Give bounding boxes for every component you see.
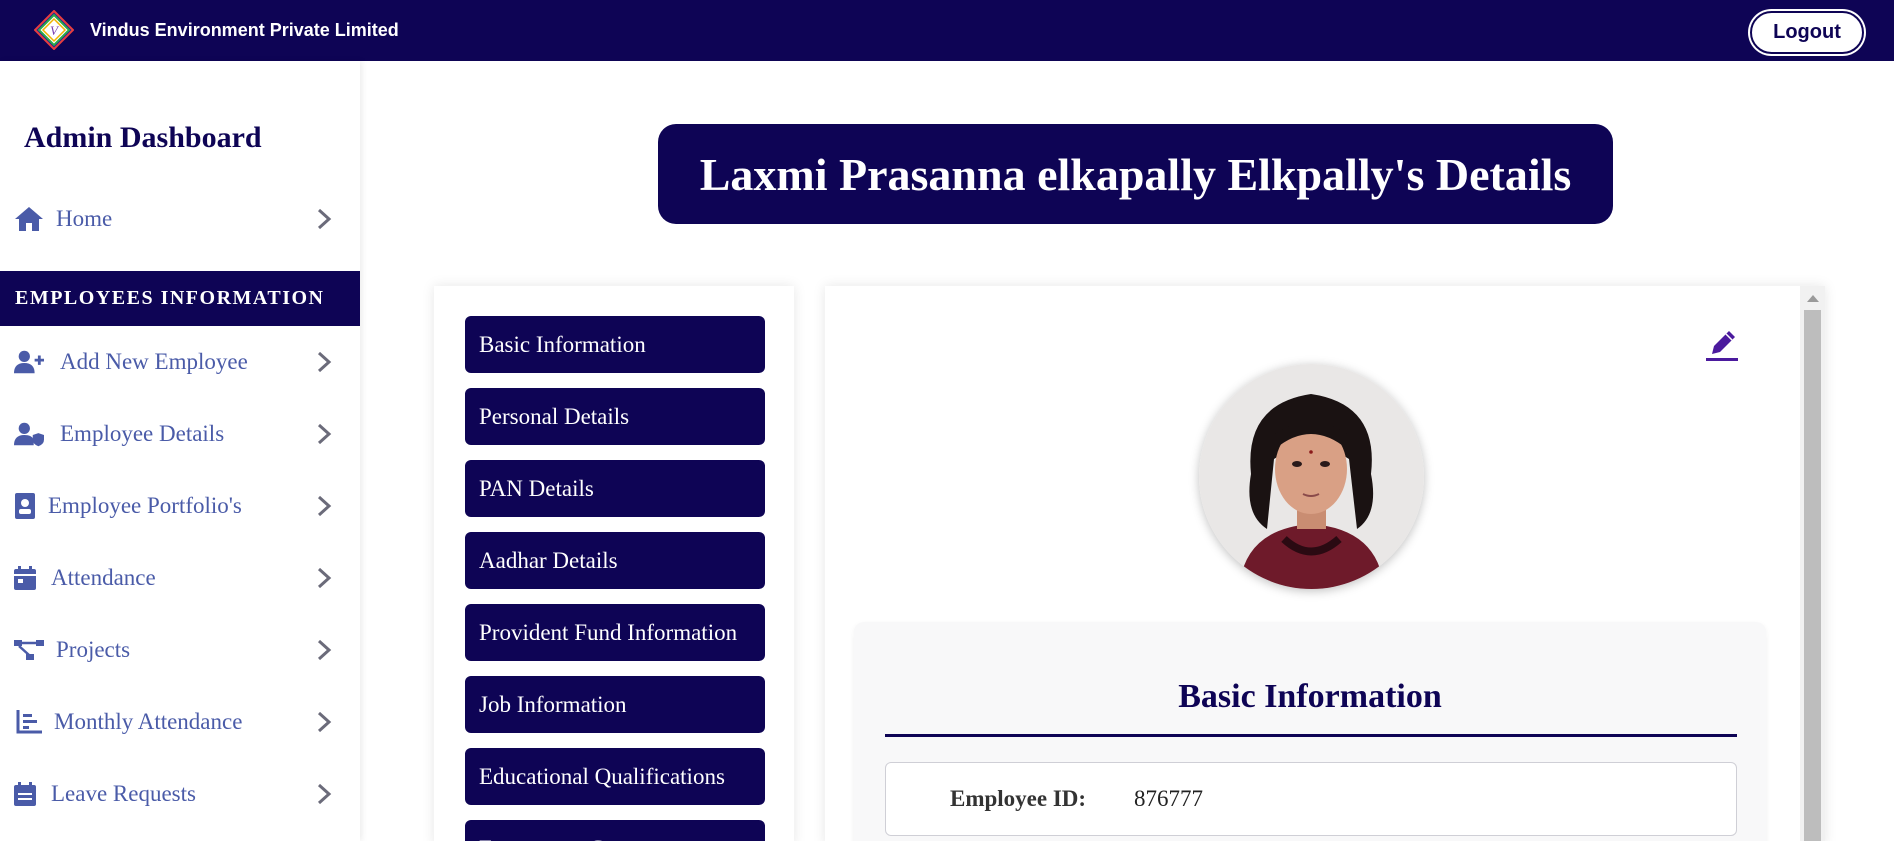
project-diagram-icon: [14, 635, 44, 665]
section-menu: Basic Information Personal Details PAN D…: [434, 286, 794, 841]
menu-pan-details-button[interactable]: PAN Details: [465, 460, 765, 517]
sidebar-title: Admin Dashboard: [24, 121, 262, 154]
user-shield-icon: [14, 419, 44, 449]
sidebar-item-label: Projects: [56, 637, 131, 662]
sidebar-item-employee-details[interactable]: Employee Details: [0, 409, 360, 459]
menu-educational-qualifications-button[interactable]: Educational Qualifications: [465, 748, 765, 805]
vertical-scrollbar[interactable]: [1800, 286, 1825, 841]
menu-provident-fund-button[interactable]: Provident Fund Information: [465, 604, 765, 661]
chevron-right-icon: [317, 208, 332, 230]
employee-id-row: Employee ID: 876777: [885, 762, 1737, 836]
menu-aadhar-details-button[interactable]: Aadhar Details: [465, 532, 765, 589]
logout-button[interactable]: Logout: [1750, 11, 1864, 54]
sidebar-item-add-new-employee[interactable]: Add New Employee: [0, 337, 360, 387]
sidebar: Admin Dashboard Home EMPLOYEES INFORMATI…: [0, 61, 360, 841]
chevron-right-icon: [317, 351, 332, 373]
section-divider: [885, 734, 1737, 737]
menu-job-information-button[interactable]: Job Information: [465, 676, 765, 733]
sidebar-item-label: Employee Details: [60, 421, 225, 446]
employee-photo: [1199, 364, 1424, 589]
calendar-icon: [10, 563, 40, 593]
sidebar-item-label: Employee Portfolio's: [48, 493, 242, 518]
scrollbar-thumb[interactable]: [1804, 310, 1821, 841]
chevron-right-icon: [317, 711, 332, 733]
basic-information-card: Basic Information Employee ID: 876777: [854, 622, 1766, 841]
sidebar-item-monthly-attendance[interactable]: Monthly Attendance: [0, 697, 360, 747]
chevron-right-icon: [317, 495, 332, 517]
section-title: Basic Information: [1178, 678, 1442, 715]
employee-id-label: Employee ID:: [950, 786, 1087, 811]
chevron-right-icon: [317, 639, 332, 661]
employee-id-value: 876777: [1134, 786, 1203, 811]
home-icon: [14, 204, 44, 234]
sidebar-item-label: Leave Requests: [51, 781, 196, 806]
page-title: Laxmi Prasanna elkapally Elkpally's Deta…: [658, 124, 1613, 224]
sidebar-item-label: Monthly Attendance: [54, 709, 243, 734]
sidebar-item-employee-portfolios[interactable]: Employee Portfolio's: [0, 481, 360, 531]
menu-personal-details-button[interactable]: Personal Details: [465, 388, 765, 445]
sidebar-item-attendance[interactable]: Attendance: [0, 553, 360, 603]
detail-panel: Basic Information Employee ID: 876777: [825, 286, 1825, 841]
menu-emergency-contacts-button[interactable]: Emergency Contacts: [465, 820, 765, 841]
edit-pencil-icon[interactable]: [1702, 326, 1742, 366]
calendar-list-icon: [10, 779, 40, 809]
company-name: Vindus Environment Private Limited: [90, 20, 399, 40]
bar-chart-icon: [14, 707, 44, 737]
chevron-right-icon: [317, 567, 332, 589]
company-logo-icon: V: [34, 10, 74, 50]
id-badge-icon: [10, 491, 40, 521]
sidebar-item-home[interactable]: Home: [0, 194, 360, 244]
scroll-up-arrow-icon[interactable]: [1800, 286, 1825, 310]
chevron-right-icon: [317, 783, 332, 805]
top-navbar: V Vindus Environment Private Limited Log…: [0, 0, 1894, 61]
sidebar-item-label: Attendance: [51, 565, 156, 590]
chevron-right-icon: [317, 423, 332, 445]
sidebar-item-label: Home: [56, 206, 113, 231]
menu-basic-information-button[interactable]: Basic Information: [465, 316, 765, 373]
sidebar-item-leave-requests[interactable]: Leave Requests: [0, 769, 360, 819]
user-plus-icon: [14, 347, 44, 377]
sidebar-item-label: Add New Employee: [60, 349, 248, 374]
employees-information-header: EMPLOYEES INFORMATION: [0, 271, 360, 326]
sidebar-item-projects[interactable]: Projects: [0, 625, 360, 675]
